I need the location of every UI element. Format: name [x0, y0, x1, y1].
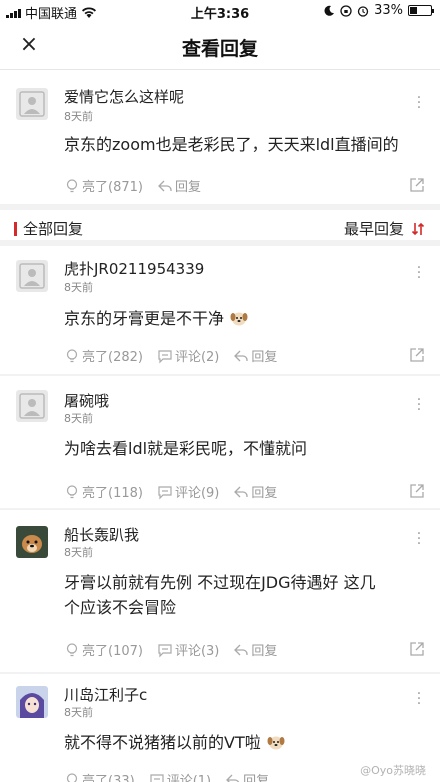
default-avatar-icon: [19, 393, 45, 419]
comment-bubble-icon: [150, 773, 164, 782]
reply-text: 为啥去看ldl就是彩民呢，不懂就问: [64, 439, 308, 458]
comment-button[interactable]: 评论(9): [157, 482, 219, 501]
comment-count: 评论(3): [174, 644, 220, 659]
comment-bubble-icon: [158, 643, 172, 657]
page-title: 查看回复: [181, 38, 258, 60]
reply-item: 屠碗哦 8天前 · · · 为啥去看ldl就是彩民呢，不懂就问 亮了(118) 评论…: [0, 376, 440, 508]
comment-bubble-icon: [158, 485, 172, 499]
comment-bubble-icon: [158, 349, 172, 363]
anime-avatar-image: [16, 686, 48, 718]
lightbulb-icon: [66, 642, 78, 656]
like-count: 亮了(871): [82, 180, 143, 195]
reply-label: 回复: [243, 774, 270, 782]
share-icon[interactable]: [408, 176, 426, 194]
avatar[interactable]: [16, 686, 48, 718]
like-count: 亮了(282): [82, 350, 143, 365]
dog-emoji-icon: [230, 312, 248, 326]
reply-button[interactable]: 回复: [225, 770, 269, 782]
username[interactable]: 屠碗哦: [64, 390, 109, 411]
timestamp: 8天前: [64, 546, 93, 559]
all-replies-label: 全部回复: [23, 220, 84, 238]
reply-item: 船长轰趴我 8天前 · · · 牙膏以前就有先例 不过现在JDG待遇好 这几 个应该…: [0, 510, 440, 672]
username[interactable]: 船长轰趴我: [64, 524, 139, 545]
reply-label: 回复: [251, 486, 278, 501]
comment-button[interactable]: 评论(2): [157, 346, 219, 365]
reply-arrow-icon: [158, 180, 172, 191]
lightbulb-icon: [66, 772, 78, 782]
replies-section-header: 全部回复 最早回复: [0, 204, 440, 240]
like-button[interactable]: 亮了(107): [64, 640, 143, 659]
reply-text-line: 个应该不会冒险: [64, 598, 177, 617]
sort-toggle[interactable]: 最早回复: [344, 218, 426, 239]
comment-count: 评论(9): [174, 486, 220, 501]
default-avatar-icon: [19, 263, 45, 289]
section-marker: [14, 221, 17, 236]
like-button[interactable]: 亮了(871): [64, 176, 143, 195]
dog-avatar-image: [16, 526, 48, 558]
comment-button[interactable]: 评论(1): [149, 770, 211, 782]
reply-item: 虎扑JR0211954339 8天前 · · · 京东的牙膏更是不干净 亮了(282…: [0, 246, 440, 374]
reply-arrow-icon: [234, 350, 249, 361]
original-comment: 爱情它怎么这样呢 8天前 · · · 京东的zoom也是老彩民了，天天来ldl直播间…: [0, 70, 440, 204]
battery-icon: [408, 5, 434, 16]
lightbulb-icon: [66, 484, 78, 498]
reply-button[interactable]: 回复: [233, 346, 277, 365]
status-bar: 中国联通 上午3:36 33%: [0, 0, 440, 22]
like-button[interactable]: 亮了(282): [64, 346, 143, 365]
watermark: @Oyo苏晓晓: [360, 764, 426, 777]
more-options-icon[interactable]: · · ·: [414, 393, 424, 417]
reply-label: 回复: [174, 180, 201, 195]
like-button[interactable]: 亮了(33): [64, 770, 135, 782]
share-icon[interactable]: [408, 482, 426, 500]
lightbulb-icon: [66, 348, 78, 362]
reply-arrow-icon: [234, 486, 249, 497]
like-count: 亮了(33): [82, 774, 135, 782]
reply-arrow-icon: [226, 774, 240, 782]
reply-text-line: 牙膏以前就有先例 不过现在JDG待遇好 这几: [64, 573, 376, 592]
like-button[interactable]: 亮了(118): [64, 482, 143, 501]
comment-count: 评论(1): [166, 774, 212, 782]
comment-count: 评论(2): [174, 350, 220, 365]
timestamp: 8天前: [64, 281, 93, 294]
avatar[interactable]: [16, 260, 48, 292]
more-options-icon[interactable]: · · ·: [414, 527, 424, 551]
default-avatar-icon: [19, 91, 45, 117]
share-icon[interactable]: [408, 640, 426, 658]
battery-percent: 33%: [374, 3, 403, 18]
alarm-icon: [357, 5, 369, 17]
username[interactable]: 川岛江利子c: [64, 684, 147, 705]
like-count: 亮了(107): [82, 644, 143, 659]
more-options-icon[interactable]: · · ·: [414, 687, 424, 711]
reply-label: 回复: [251, 350, 278, 365]
avatar[interactable]: [16, 526, 48, 558]
sort-label: 最早回复: [343, 220, 404, 238]
reply-button[interactable]: 回复: [157, 176, 201, 195]
reply-text: 京东的牙膏更是不干净: [64, 309, 225, 328]
more-options-icon[interactable]: · · ·: [414, 261, 424, 285]
timestamp: 8天前: [64, 412, 93, 425]
reply-text: 就不得不说猪猪以前的VT啦: [64, 733, 261, 752]
more-options-icon[interactable]: · · ·: [414, 91, 424, 115]
reply-button[interactable]: 回复: [233, 482, 277, 501]
username[interactable]: 爱情它怎么这样呢: [64, 86, 184, 107]
dog-emoji-icon: [267, 736, 285, 750]
username[interactable]: 虎扑JR0211954339: [64, 258, 204, 279]
sort-arrows-icon: [411, 222, 425, 235]
moon-icon: [324, 5, 335, 16]
reply-button[interactable]: 回复: [233, 640, 277, 659]
like-count: 亮了(118): [82, 486, 143, 501]
close-button[interactable]: ×: [16, 32, 42, 58]
comment-text: 京东的zoom也是老彩民了，天天来ldl直播间的: [64, 135, 399, 154]
reply-arrow-icon: [234, 644, 249, 655]
timestamp: 8天前: [64, 706, 93, 719]
timestamp: 8天前: [64, 110, 93, 123]
header-bar: × 查看回复: [0, 22, 440, 70]
orientation-lock-icon: [340, 4, 352, 17]
avatar[interactable]: [16, 390, 48, 422]
lightbulb-icon: [66, 178, 78, 192]
comment-button[interactable]: 评论(3): [157, 640, 219, 659]
avatar[interactable]: [16, 88, 48, 120]
reply-label: 回复: [251, 644, 278, 659]
share-icon[interactable]: [408, 346, 426, 364]
